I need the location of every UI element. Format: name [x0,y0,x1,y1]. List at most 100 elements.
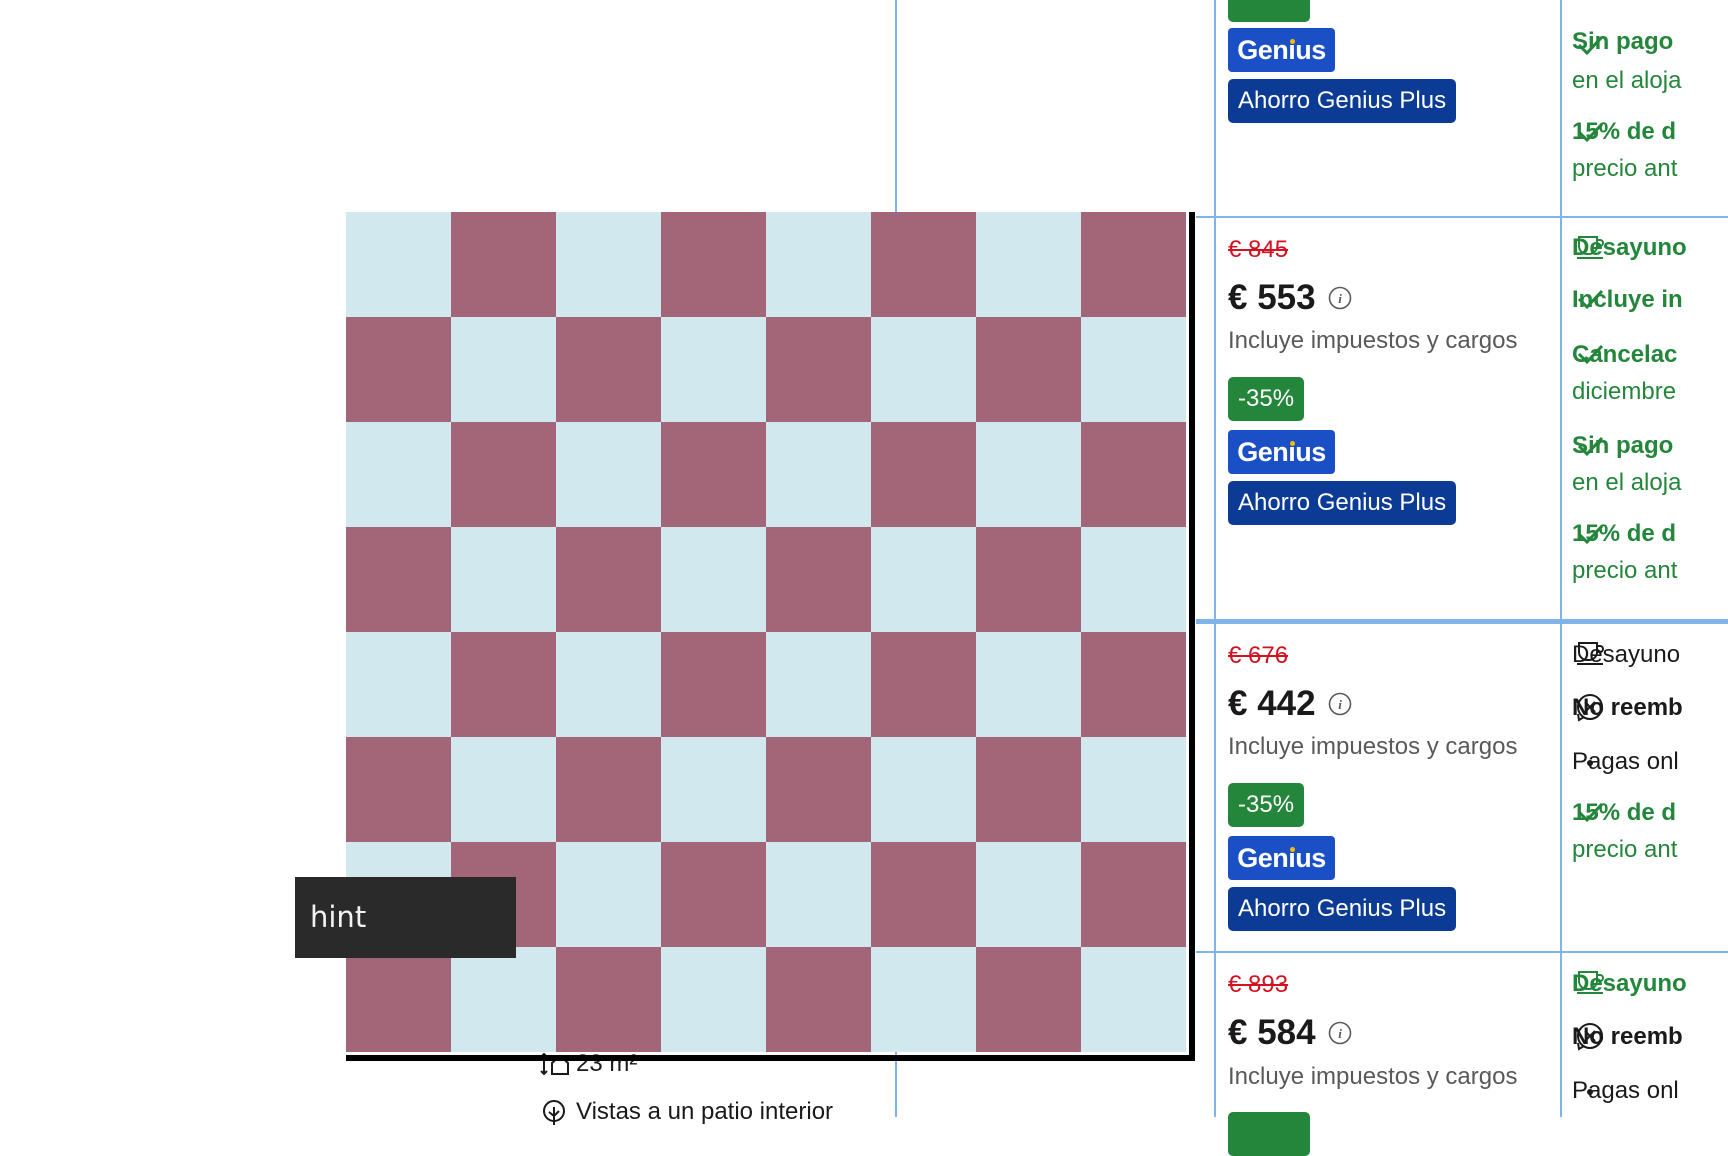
breakfast-condition: Desayuno [1572,234,1687,261]
board-square [556,842,661,947]
genius-badge: Genıus [1228,430,1335,474]
taxes-note: Incluye impuestos y cargos [1228,1063,1518,1090]
hint-tooltip: hint [295,877,516,958]
board-square [661,212,766,317]
genius-plus-badge: Ahorro Genius Plus [1228,79,1457,123]
board-square [661,527,766,632]
cancellation-date: diciembre [1572,378,1677,405]
breakfast-condition: Desayuno [1572,641,1681,668]
board-square [556,527,661,632]
board-square [766,737,871,842]
board-square [766,422,871,527]
discount-condition: 15% de d [1572,799,1677,826]
svg-text:i: i [1338,1026,1342,1041]
original-price: € 676 [1228,642,1289,669]
discount-condition-sub: precio ant [1572,557,1678,584]
price-column-left-divider [1214,0,1216,1117]
board-square [451,632,556,737]
board-square [661,947,766,1052]
condition-title: 15% de d [1572,118,1677,145]
board-square [871,527,976,632]
board-square [661,317,766,422]
board-square [556,422,661,527]
price-column-right-divider [1560,0,1562,1117]
discount-condition-sub: precio ant [1572,836,1678,863]
info-icon[interactable]: i [1328,692,1352,716]
tree-icon [543,1100,565,1125]
non-refundable-condition: No reemb [1572,1023,1683,1050]
board-square [766,842,871,947]
board-square [1081,632,1186,737]
discount-badge-partial [1228,1112,1310,1156]
board-square [976,317,1081,422]
board-square [1081,527,1186,632]
current-price: € 442 i [1228,684,1352,724]
taxes-note: Incluye impuestos y cargos [1228,733,1518,760]
board-square [661,422,766,527]
board-square [976,737,1081,842]
board-square [976,212,1081,317]
includes-condition: Incluye in [1572,286,1683,313]
board-square [451,422,556,527]
board-square [766,317,871,422]
original-price: € 845 [1228,236,1289,263]
checkerboard-border-right [1189,212,1195,1061]
svg-text:i: i [1338,697,1342,712]
board-square [871,422,976,527]
board-square [871,317,976,422]
room-view: Vistas a un patio interior [576,1098,834,1125]
board-square [556,737,661,842]
genius-badge: Genıus [1228,836,1335,880]
board-square [1081,737,1186,842]
board-square [766,947,871,1052]
taxes-note: Incluye impuestos y cargos [1228,327,1518,354]
board-square [346,947,451,1052]
board-square [451,317,556,422]
board-square [556,317,661,422]
breakfast-condition: Desayuno [1572,970,1687,997]
genius-plus-badge: Ahorro Genius Plus [1228,887,1457,931]
discount-condition: 15% de d [1572,520,1677,547]
svg-text:i: i [1338,291,1342,306]
board-square [1081,422,1186,527]
board-square [871,947,976,1052]
pay-online-condition: Pagas onl [1572,1077,1679,1104]
board-square [1081,212,1186,317]
board-square [346,317,451,422]
row-divider-3 [1196,951,1728,953]
board-square [976,947,1081,1052]
board-square [871,212,976,317]
board-square [1081,947,1186,1052]
board-square [661,842,766,947]
no-prepayment-sub: en el aloja [1572,469,1682,496]
genius-badge: Genıus [1228,28,1335,72]
genius-plus-badge: Ahorro Genius Plus [1228,481,1457,525]
board-square [451,947,556,1052]
board-square [451,737,556,842]
board-square [661,632,766,737]
board-square [451,212,556,317]
pay-online-condition: Pagas onl [1572,748,1679,775]
board-square [871,842,976,947]
board-square [871,737,976,842]
row-divider-2-selected [1196,619,1728,624]
board-square [346,527,451,632]
board-square [766,527,871,632]
discount-badge-partial [1228,0,1310,22]
info-icon[interactable]: i [1328,1021,1352,1045]
condition-title: Sin pago [1572,28,1674,55]
board-square [556,947,661,1052]
current-price: € 584 i [1228,1013,1352,1053]
board-square [766,212,871,317]
condition-subtitle: en el aloja [1572,67,1682,94]
board-square [1081,842,1186,947]
board-square [346,422,451,527]
non-refundable-condition: No reemb [1572,694,1683,721]
board-square [871,632,976,737]
current-price: € 553 i [1228,278,1352,318]
board-square [976,842,1081,947]
info-icon[interactable]: i [1328,286,1352,310]
no-prepayment-condition: Sin pago [1572,432,1674,459]
board-square [556,632,661,737]
board-square [556,212,661,317]
